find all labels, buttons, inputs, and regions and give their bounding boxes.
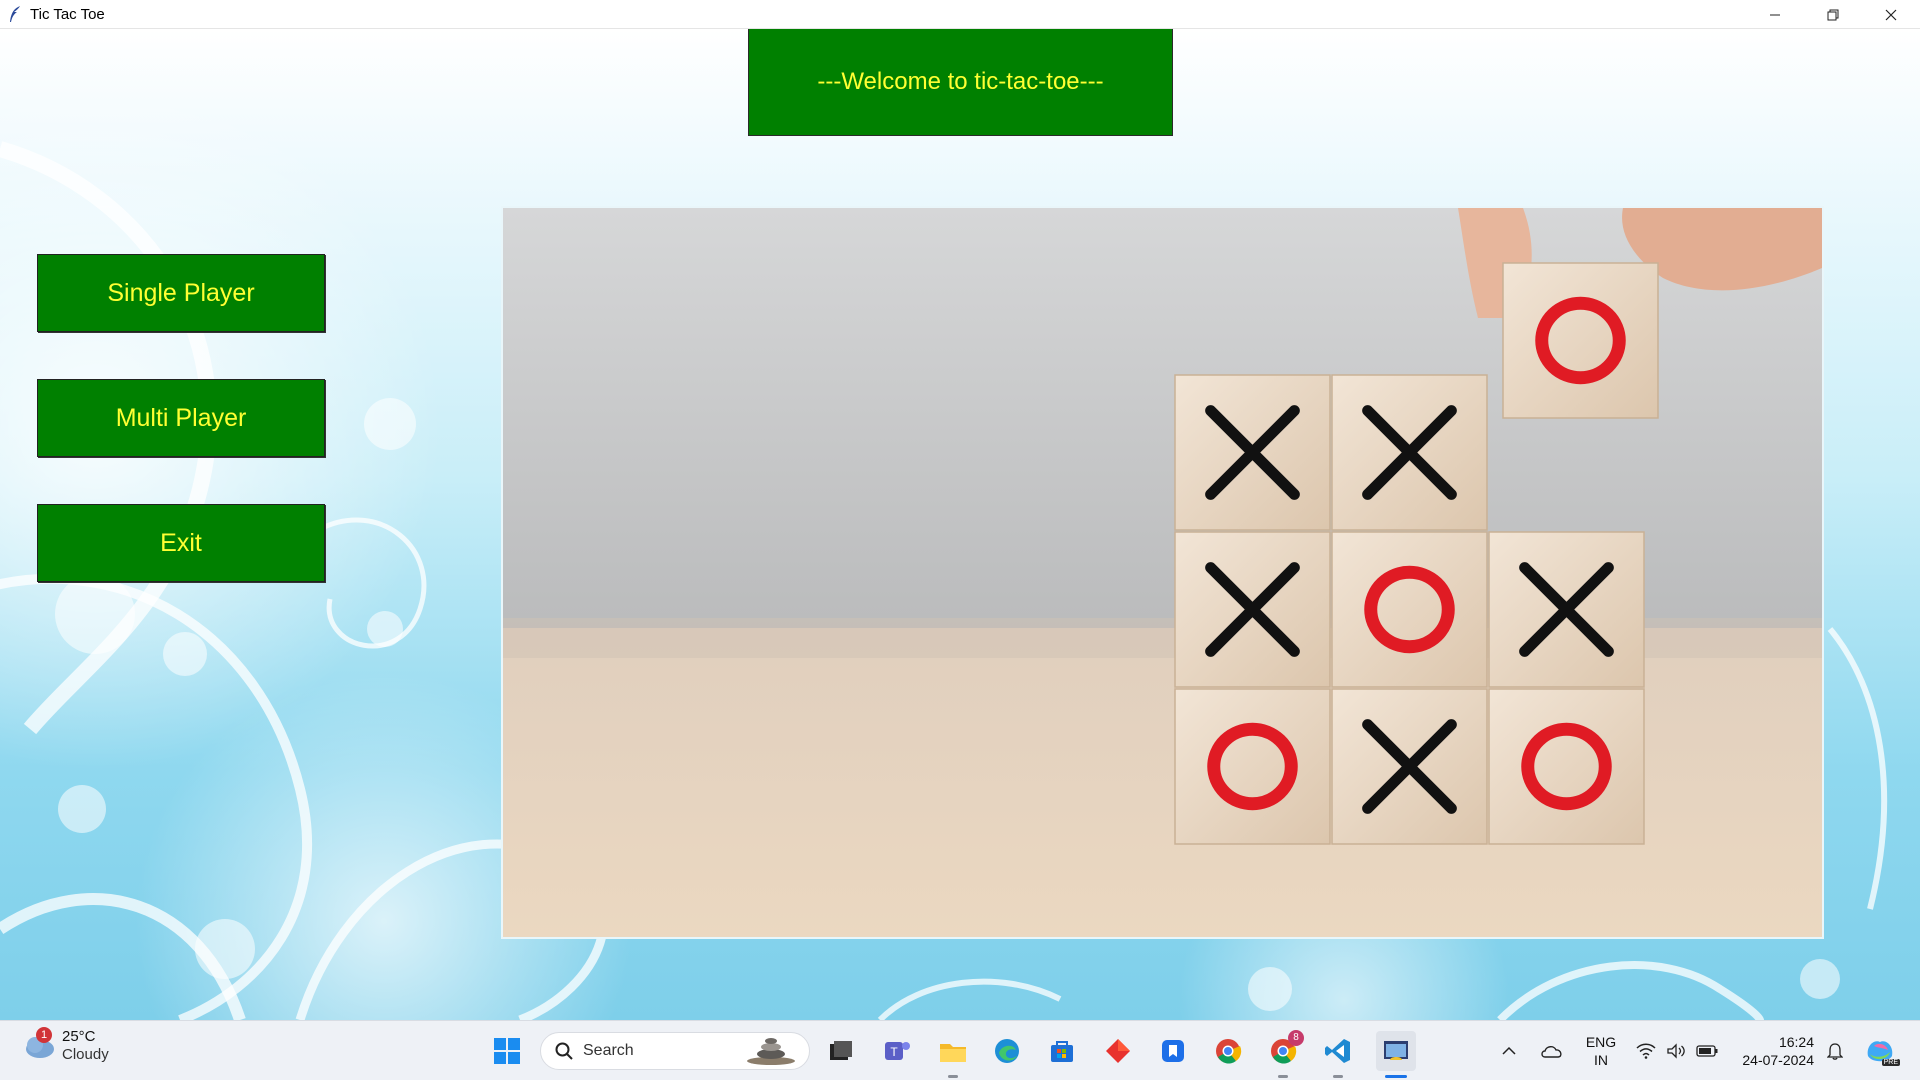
teams-button[interactable]: T	[880, 1034, 914, 1068]
board-tile-r2-c2	[1488, 688, 1645, 845]
teams-icon: T	[885, 1042, 910, 1060]
bookmark-app-icon	[1162, 1040, 1184, 1062]
edge-icon	[995, 1039, 1019, 1063]
diamond-icon	[1106, 1039, 1130, 1063]
minimize-button[interactable]	[1746, 0, 1804, 29]
board-tile-r1-c2	[1488, 531, 1645, 688]
notifications-button[interactable]	[1820, 1034, 1850, 1068]
start-button[interactable]	[490, 1034, 524, 1068]
weather-text: 25°C Cloudy	[62, 1028, 109, 1064]
close-icon	[1885, 9, 1897, 20]
python-window-icon	[1384, 1041, 1408, 1060]
battery-button[interactable]	[1692, 1034, 1722, 1068]
tic-tac-toe-photo	[501, 206, 1824, 939]
search-icon	[555, 1042, 573, 1060]
chrome-running-indicator	[1278, 1075, 1288, 1078]
taskbar: 1 25°C Cloudy Search T 8 ENG IN 16:24 24…	[0, 1020, 1920, 1080]
language-code: ENG	[1585, 1034, 1617, 1050]
vscode-icon	[1325, 1039, 1350, 1063]
show-hidden-icons-button[interactable]	[1496, 1034, 1522, 1068]
explorer-running-indicator	[948, 1075, 958, 1078]
copilot-label: PRE	[1881, 1059, 1900, 1066]
multi-player-button[interactable]: Multi Player	[37, 379, 325, 457]
restore-icon	[1827, 9, 1839, 20]
clock-date: 24-07-2024	[1742, 1052, 1814, 1068]
close-button[interactable]	[1862, 0, 1920, 29]
lifted-tile	[1502, 262, 1659, 419]
notification-badge: 8	[1288, 1030, 1304, 1046]
cloud-icon: 1	[22, 1027, 56, 1061]
store-icon	[1051, 1041, 1073, 1062]
vscode-running-indicator	[1333, 1075, 1343, 1078]
task-view-icon	[830, 1041, 852, 1060]
title-bar: Tic Tac Toe	[0, 0, 1920, 29]
weather-widget[interactable]: 1 25°C Cloudy	[22, 1027, 109, 1064]
windows-icon	[494, 1038, 520, 1064]
single-player-button[interactable]: Single Player	[37, 254, 325, 332]
blue-app-button[interactable]	[1156, 1034, 1190, 1068]
red-app-button[interactable]	[1101, 1034, 1135, 1068]
onedrive-button[interactable]	[1537, 1034, 1567, 1068]
store-button[interactable]	[1045, 1034, 1079, 1068]
board-tile-r2-c1	[1331, 688, 1488, 845]
svg-text:T: T	[890, 1045, 898, 1059]
app-window: ---Welcome to tic-tac-toe--- Single Play…	[0, 29, 1920, 1020]
chrome-icon	[1216, 1039, 1242, 1064]
clock-time: 16:24	[1778, 1034, 1814, 1050]
board-tile-r1-c1	[1331, 531, 1488, 688]
edge-button[interactable]	[990, 1034, 1024, 1068]
active-app-indicator	[1385, 1075, 1407, 1078]
restore-button[interactable]	[1804, 0, 1862, 29]
board-tile-r1-c0	[1174, 531, 1331, 688]
board-tile-r0-c1	[1331, 374, 1488, 531]
bell-icon	[1827, 1043, 1843, 1060]
stones-icon	[741, 1036, 799, 1066]
volume-button[interactable]	[1662, 1034, 1690, 1068]
exit-button[interactable]: Exit	[37, 504, 325, 582]
file-explorer-button[interactable]	[936, 1034, 970, 1068]
wifi-icon	[1636, 1043, 1656, 1059]
weather-temp: 25°C	[62, 1028, 96, 1045]
weather-condition: Cloudy	[62, 1046, 109, 1063]
chrome-profile-button[interactable]: 8	[1266, 1030, 1304, 1068]
clock[interactable]: 16:24 24-07-2024	[1726, 1033, 1814, 1069]
vscode-button[interactable]	[1321, 1034, 1355, 1068]
chrome-button[interactable]	[1211, 1034, 1245, 1068]
window-controls	[1746, 0, 1920, 29]
copilot-button[interactable]: PRE	[1862, 1034, 1900, 1068]
onedrive-icon	[1541, 1046, 1562, 1058]
wifi-button[interactable]	[1632, 1034, 1660, 1068]
region-code: IN	[1594, 1052, 1608, 1068]
taskbar-search[interactable]: Search	[540, 1032, 810, 1070]
battery-icon	[1696, 1045, 1718, 1057]
weather-badge: 1	[36, 1027, 52, 1043]
speaker-icon	[1667, 1043, 1685, 1059]
feather-icon	[6, 5, 24, 23]
minimize-icon	[1770, 14, 1780, 15]
chevron-up-icon	[1502, 1046, 1516, 1055]
window-title: Tic Tac Toe	[30, 5, 105, 23]
search-label: Search	[583, 1042, 634, 1059]
board-tile-r0-c0	[1174, 374, 1331, 531]
task-view-button[interactable]	[824, 1034, 858, 1068]
python-app-button[interactable]	[1376, 1031, 1416, 1071]
folder-icon	[940, 1044, 966, 1062]
board-tile-r2-c0	[1174, 688, 1331, 845]
language-indicator[interactable]: ENG IN	[1578, 1033, 1624, 1069]
welcome-banner: ---Welcome to tic-tac-toe---	[748, 29, 1173, 136]
